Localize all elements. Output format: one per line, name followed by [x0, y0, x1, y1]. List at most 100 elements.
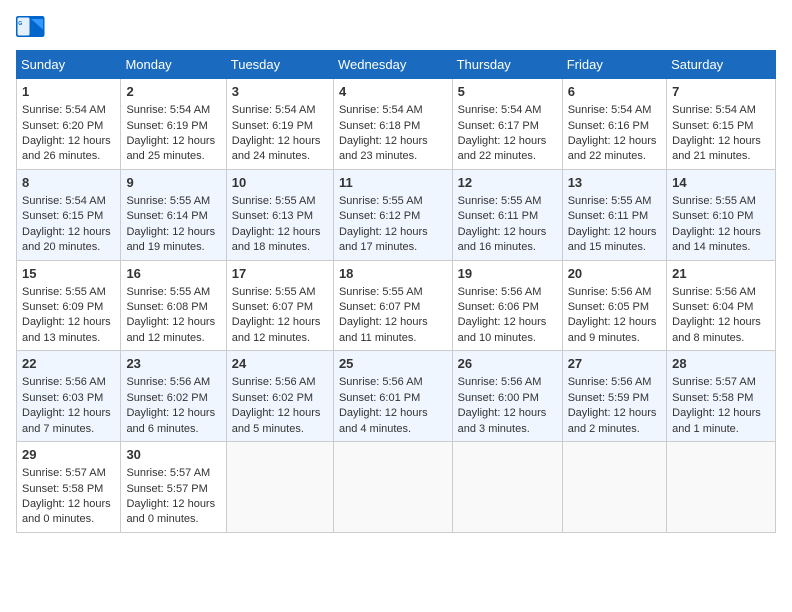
calendar-cell: 18Sunrise: 5:55 AMSunset: 6:07 PMDayligh… [333, 260, 452, 351]
calendar-cell: 19Sunrise: 5:56 AMSunset: 6:06 PMDayligh… [452, 260, 562, 351]
sunrise-text: Sunrise: 5:55 AM [568, 195, 652, 207]
day-number: 23 [126, 355, 220, 373]
sunrise-text: Sunrise: 5:56 AM [568, 376, 652, 388]
day-number: 11 [339, 174, 447, 192]
sunset-text: Sunset: 6:20 PM [22, 120, 103, 132]
daylight-text: Daylight: 12 hours and 1 minute. [672, 407, 761, 434]
calendar-cell: 27Sunrise: 5:56 AMSunset: 5:59 PMDayligh… [562, 351, 666, 442]
calendar-cell: 15Sunrise: 5:55 AMSunset: 6:09 PMDayligh… [17, 260, 121, 351]
calendar-cell: 21Sunrise: 5:56 AMSunset: 6:04 PMDayligh… [667, 260, 776, 351]
daylight-text: Daylight: 12 hours and 14 minutes. [672, 226, 761, 253]
day-number: 7 [672, 83, 770, 101]
daylight-text: Daylight: 12 hours and 15 minutes. [568, 226, 657, 253]
day-number: 9 [126, 174, 220, 192]
daylight-text: Daylight: 12 hours and 10 minutes. [458, 316, 547, 343]
sunrise-text: Sunrise: 5:55 AM [232, 286, 316, 298]
day-number: 4 [339, 83, 447, 101]
sunset-text: Sunset: 6:19 PM [232, 120, 313, 132]
calendar-cell [562, 442, 666, 533]
day-number: 10 [232, 174, 328, 192]
day-number: 21 [672, 265, 770, 283]
sunset-text: Sunset: 6:02 PM [232, 392, 313, 404]
sunrise-text: Sunrise: 5:57 AM [22, 467, 106, 479]
daylight-text: Daylight: 12 hours and 25 minutes. [126, 135, 215, 162]
sunset-text: Sunset: 6:15 PM [672, 120, 753, 132]
day-number: 28 [672, 355, 770, 373]
calendar-cell: 30Sunrise: 5:57 AMSunset: 5:57 PMDayligh… [121, 442, 226, 533]
col-header-monday: Monday [121, 51, 226, 79]
sunset-text: Sunset: 6:00 PM [458, 392, 539, 404]
calendar-week-row: 1Sunrise: 5:54 AMSunset: 6:20 PMDaylight… [17, 79, 776, 170]
calendar-cell [226, 442, 333, 533]
sunrise-text: Sunrise: 5:55 AM [339, 195, 423, 207]
daylight-text: Daylight: 12 hours and 4 minutes. [339, 407, 428, 434]
calendar-cell [667, 442, 776, 533]
sunset-text: Sunset: 6:13 PM [232, 210, 313, 222]
sunset-text: Sunset: 6:09 PM [22, 301, 103, 313]
sunrise-text: Sunrise: 5:54 AM [458, 104, 542, 116]
sunset-text: Sunset: 6:11 PM [458, 210, 539, 222]
calendar-cell: 2Sunrise: 5:54 AMSunset: 6:19 PMDaylight… [121, 79, 226, 170]
calendar-header-row: SundayMondayTuesdayWednesdayThursdayFrid… [17, 51, 776, 79]
calendar-cell: 12Sunrise: 5:55 AMSunset: 6:11 PMDayligh… [452, 169, 562, 260]
calendar-cell: 17Sunrise: 5:55 AMSunset: 6:07 PMDayligh… [226, 260, 333, 351]
day-number: 8 [22, 174, 115, 192]
col-header-sunday: Sunday [17, 51, 121, 79]
sunset-text: Sunset: 6:17 PM [458, 120, 539, 132]
calendar-cell: 3Sunrise: 5:54 AMSunset: 6:19 PMDaylight… [226, 79, 333, 170]
sunset-text: Sunset: 6:03 PM [22, 392, 103, 404]
calendar-cell [333, 442, 452, 533]
calendar-cell: 10Sunrise: 5:55 AMSunset: 6:13 PMDayligh… [226, 169, 333, 260]
sunset-text: Sunset: 6:02 PM [126, 392, 207, 404]
sunrise-text: Sunrise: 5:54 AM [22, 195, 106, 207]
col-header-thursday: Thursday [452, 51, 562, 79]
calendar-cell: 13Sunrise: 5:55 AMSunset: 6:11 PMDayligh… [562, 169, 666, 260]
day-number: 27 [568, 355, 661, 373]
calendar-cell: 14Sunrise: 5:55 AMSunset: 6:10 PMDayligh… [667, 169, 776, 260]
day-number: 13 [568, 174, 661, 192]
calendar-cell: 25Sunrise: 5:56 AMSunset: 6:01 PMDayligh… [333, 351, 452, 442]
daylight-text: Daylight: 12 hours and 5 minutes. [232, 407, 321, 434]
sunset-text: Sunset: 6:06 PM [458, 301, 539, 313]
day-number: 20 [568, 265, 661, 283]
daylight-text: Daylight: 12 hours and 22 minutes. [568, 135, 657, 162]
day-number: 6 [568, 83, 661, 101]
sunrise-text: Sunrise: 5:54 AM [232, 104, 316, 116]
calendar-cell: 16Sunrise: 5:55 AMSunset: 6:08 PMDayligh… [121, 260, 226, 351]
day-number: 26 [458, 355, 557, 373]
sunset-text: Sunset: 5:59 PM [568, 392, 649, 404]
sunset-text: Sunset: 6:12 PM [339, 210, 420, 222]
col-header-wednesday: Wednesday [333, 51, 452, 79]
sunset-text: Sunset: 6:14 PM [126, 210, 207, 222]
day-number: 17 [232, 265, 328, 283]
calendar-week-row: 22Sunrise: 5:56 AMSunset: 6:03 PMDayligh… [17, 351, 776, 442]
sunset-text: Sunset: 6:04 PM [672, 301, 753, 313]
day-number: 24 [232, 355, 328, 373]
calendar-cell: 1Sunrise: 5:54 AMSunset: 6:20 PMDaylight… [17, 79, 121, 170]
sunset-text: Sunset: 6:07 PM [339, 301, 420, 313]
sunset-text: Sunset: 5:57 PM [126, 483, 207, 495]
calendar-cell: 29Sunrise: 5:57 AMSunset: 5:58 PMDayligh… [17, 442, 121, 533]
col-header-friday: Friday [562, 51, 666, 79]
sunrise-text: Sunrise: 5:54 AM [339, 104, 423, 116]
sunrise-text: Sunrise: 5:56 AM [672, 286, 756, 298]
calendar-cell: 4Sunrise: 5:54 AMSunset: 6:18 PMDaylight… [333, 79, 452, 170]
daylight-text: Daylight: 12 hours and 12 minutes. [126, 316, 215, 343]
sunrise-text: Sunrise: 5:56 AM [458, 286, 542, 298]
sunset-text: Sunset: 6:19 PM [126, 120, 207, 132]
calendar-cell: 22Sunrise: 5:56 AMSunset: 6:03 PMDayligh… [17, 351, 121, 442]
logo-icon: G [16, 16, 46, 40]
sunset-text: Sunset: 6:01 PM [339, 392, 420, 404]
sunset-text: Sunset: 6:07 PM [232, 301, 313, 313]
sunrise-text: Sunrise: 5:55 AM [22, 286, 106, 298]
sunset-text: Sunset: 5:58 PM [22, 483, 103, 495]
daylight-text: Daylight: 12 hours and 17 minutes. [339, 226, 428, 253]
day-number: 25 [339, 355, 447, 373]
sunset-text: Sunset: 6:15 PM [22, 210, 103, 222]
sunrise-text: Sunrise: 5:55 AM [232, 195, 316, 207]
sunrise-text: Sunrise: 5:56 AM [126, 376, 210, 388]
daylight-text: Daylight: 12 hours and 23 minutes. [339, 135, 428, 162]
sunrise-text: Sunrise: 5:55 AM [458, 195, 542, 207]
daylight-text: Daylight: 12 hours and 0 minutes. [22, 498, 111, 525]
calendar-cell [452, 442, 562, 533]
